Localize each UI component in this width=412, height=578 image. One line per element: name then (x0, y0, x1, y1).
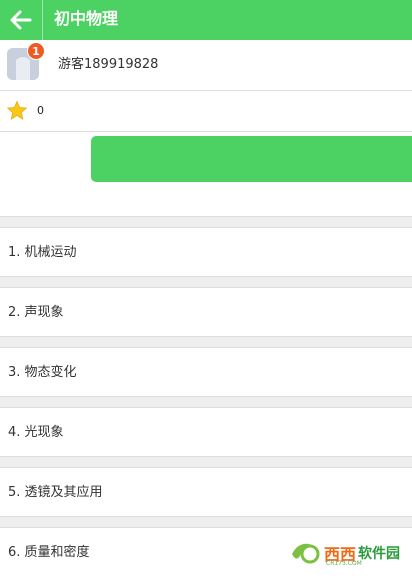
watermark-url: CR173.COM (326, 560, 362, 567)
section-divider (0, 216, 412, 228)
section-divider (0, 336, 412, 348)
chapter-item-4[interactable]: 4. 光现象 (0, 408, 412, 458)
chapter-label: 2. 声现象 (8, 305, 64, 320)
chapter-item-5[interactable]: 5. 透镜及其应用 (0, 468, 412, 518)
watermark-logo: 西西 软件园 CR173.COM (288, 538, 410, 568)
watermark-suffix: 软件园 (358, 546, 401, 562)
chapter-item-3[interactable]: 3. 物态变化 (0, 348, 412, 398)
section-divider (0, 456, 412, 468)
app-header: 初中物理 (0, 0, 412, 40)
chapter-item-1[interactable]: 1. 机械运动 (0, 228, 412, 278)
start-button[interactable] (91, 136, 412, 182)
notification-badge: 1 (27, 42, 45, 60)
chapter-label: 6. 质量和密度 (8, 545, 90, 560)
back-button[interactable] (0, 0, 42, 40)
user-profile-row[interactable]: 游客189919828 (0, 40, 412, 91)
header-divider (42, 0, 43, 40)
watermark-leaf-icon (292, 543, 320, 564)
section-divider (0, 516, 412, 528)
section-divider (0, 276, 412, 288)
chapter-label: 3. 物态变化 (8, 365, 77, 380)
score-value: 0 (37, 104, 44, 117)
star-icon (6, 100, 28, 120)
chapter-item-2[interactable]: 2. 声现象 (0, 288, 412, 338)
section-divider (0, 396, 412, 408)
arrow-left-icon (10, 10, 32, 30)
score-row: 0 (0, 91, 412, 132)
chapter-label: 4. 光现象 (8, 425, 64, 440)
username: 游客189919828 (58, 57, 159, 72)
page-title: 初中物理 (54, 9, 119, 28)
chapter-label: 1. 机械运动 (8, 245, 77, 260)
chapter-label: 5. 透镜及其应用 (8, 485, 103, 500)
